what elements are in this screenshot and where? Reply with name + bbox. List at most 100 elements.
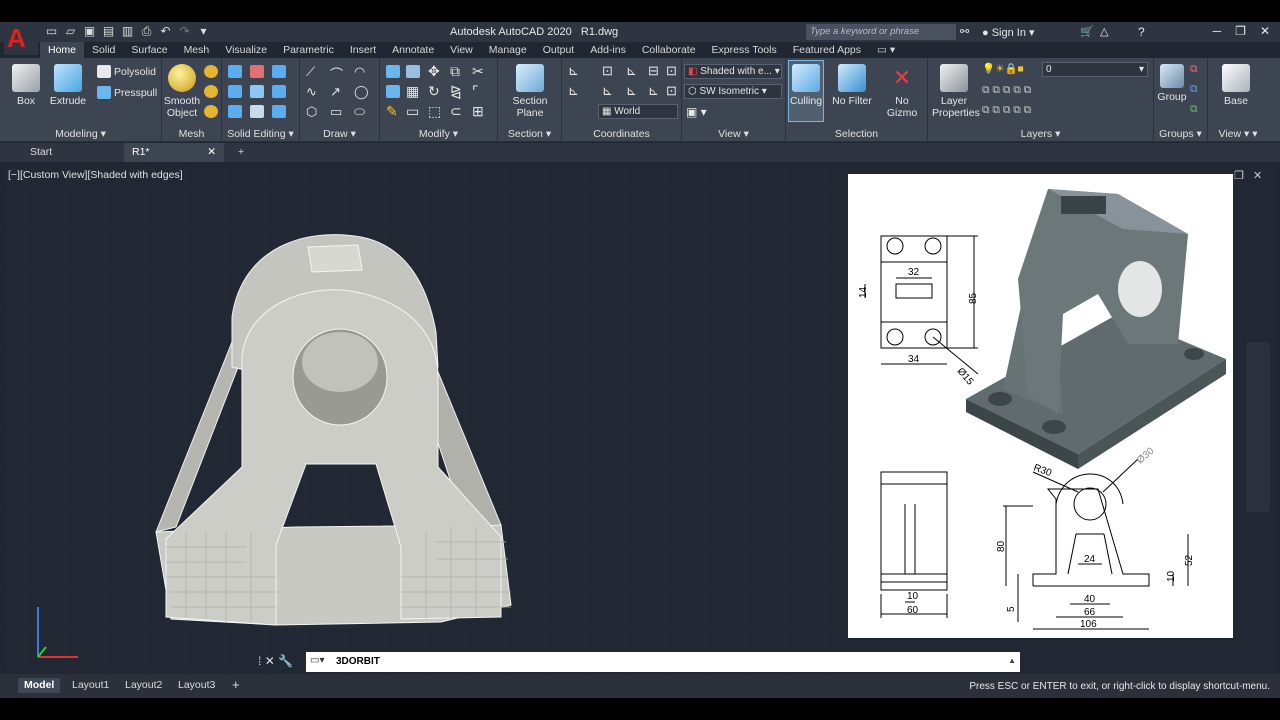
base-button[interactable]: Base (1214, 64, 1258, 107)
ucs-y-icon[interactable]: ⊾ (626, 83, 637, 99)
tab-add-ins[interactable]: Add-ins (582, 42, 634, 58)
navigation-bar[interactable] (1246, 342, 1270, 512)
redo-icon[interactable]: ↷ (177, 25, 192, 38)
ungroup-icon[interactable]: ⧉ (1190, 63, 1198, 76)
tab-insert[interactable]: Insert (342, 42, 384, 58)
pencil-icon[interactable]: ✎ (386, 103, 398, 120)
group-button[interactable]: Group (1156, 64, 1188, 103)
smooth-object-button[interactable]: Smooth Object (162, 64, 202, 119)
open-icon[interactable]: ▱ (63, 25, 78, 38)
slice-icon[interactable] (250, 85, 264, 98)
save-as-icon[interactable]: ▤ (101, 25, 116, 38)
group-edit-icon[interactable]: ⧉ (1190, 83, 1198, 96)
presspull-button[interactable]: Presspull (114, 87, 157, 99)
grip-icon[interactable]: ⁞ (258, 654, 261, 668)
rotate-icon[interactable]: ↻ (428, 83, 440, 100)
tab-output[interactable]: Output (535, 42, 583, 58)
tab-collaborate[interactable]: Collaborate (634, 42, 704, 58)
tab-visualize[interactable]: Visualize (217, 42, 275, 58)
close-tab-icon[interactable]: ✕ (207, 146, 216, 158)
group-select-icon[interactable]: ⧉ (1190, 103, 1198, 116)
ucs-icon[interactable]: ⊾ (568, 63, 579, 79)
circle-icon[interactable]: ◯ (354, 84, 369, 100)
rectangle-icon[interactable]: ▭ (330, 104, 342, 120)
ucs-object-icon[interactable]: ⊡ (666, 63, 677, 79)
panel-title-groups[interactable]: Groups ▾ (1154, 128, 1207, 140)
tab-home[interactable]: Home (40, 42, 85, 58)
panel-title-section[interactable]: Section ▾ (498, 128, 561, 140)
command-input[interactable]: ▭▾ 3DORBIT ▲ (306, 652, 1020, 672)
panel-title-draw[interactable]: Draw ▾ (300, 128, 379, 140)
shell-icon[interactable] (228, 105, 242, 118)
cart-icon[interactable]: 🛒 (1080, 25, 1094, 38)
tab-layout2[interactable]: Layout2 (119, 678, 168, 693)
separate-icon[interactable] (250, 105, 264, 118)
sign-in-button[interactable]: ● Sign In ▾ (982, 26, 1035, 39)
new-tab-button[interactable]: + (230, 143, 252, 162)
layer-state-icons[interactable]: 💡☀🔒■ (982, 62, 1024, 75)
ucs-dropdown[interactable]: ▦ World (598, 104, 678, 119)
helix-icon[interactable]: ↗ (330, 84, 341, 100)
command-expand-icon[interactable]: ▲ (1008, 656, 1016, 665)
ucs-world-icon[interactable]: ⊡ (602, 63, 613, 79)
mesh-icon-3[interactable] (204, 105, 218, 118)
close-icon[interactable]: ✕ (1260, 24, 1270, 38)
offset-icon[interactable]: ⊂ (450, 103, 462, 120)
minimize-icon[interactable]: ─ (1213, 24, 1222, 38)
fillet-edge-icon[interactable] (228, 85, 242, 98)
viewport-label[interactable]: [−][Custom View][Shaded with edges] (8, 169, 183, 181)
panel-title-modeling[interactable]: Modeling ▾ (0, 128, 161, 140)
tab-mesh[interactable]: Mesh (176, 42, 218, 58)
tab-view[interactable]: View (442, 42, 481, 58)
customize-wrench-icon[interactable]: 🔧 (278, 654, 293, 668)
viewport-config-icon[interactable]: ▣ ▾ (686, 105, 707, 119)
command-history-icon[interactable]: ▭▾ (310, 655, 324, 666)
ucs-x-icon[interactable]: ⊾ (602, 83, 613, 99)
tab-annotate[interactable]: Annotate (384, 42, 442, 58)
section-plane-button[interactable]: Section Plane (504, 64, 556, 119)
explode-icon[interactable]: ⊞ (472, 103, 484, 120)
panel-title-coordinates[interactable]: Coordinates (562, 128, 681, 140)
plot-icon[interactable]: ⎙ (139, 25, 154, 38)
mesh-icon-2[interactable] (204, 85, 218, 98)
union-icon[interactable] (228, 65, 242, 78)
tab-parametric[interactable]: Parametric (275, 42, 342, 58)
view-preset-dropdown[interactable]: ⬡ SW Isometric ▾ (684, 84, 782, 99)
help-icon[interactable]: ? (1138, 25, 1145, 39)
tab-model[interactable]: Model (18, 678, 61, 693)
polysolid-icon[interactable] (97, 65, 111, 78)
save-icon[interactable]: ▣ (82, 25, 97, 38)
move-icon[interactable]: ✥ (428, 63, 440, 80)
extract-edges-icon[interactable] (272, 85, 286, 98)
close-viewport-icon[interactable]: ✕ (1253, 170, 1262, 182)
scale-icon[interactable]: ⬚ (428, 103, 441, 120)
stretch-icon[interactable]: ▭ (406, 103, 419, 120)
tab-manage[interactable]: Manage (481, 42, 535, 58)
imprint-icon[interactable] (272, 105, 286, 118)
layer-tools-row2-icons[interactable]: ⧉ ⧉ ⧉ ⧉ ⧉ (982, 104, 1031, 117)
polysolid-button[interactable]: Polysolid (114, 66, 156, 78)
polygon-icon[interactable]: ⬡ (306, 104, 317, 120)
ribbon-toggle-icon[interactable]: ▭ ▾ (869, 42, 903, 58)
tab-featured-apps[interactable]: Featured Apps (785, 42, 869, 58)
mirror-icon[interactable]: ⧎ (450, 83, 462, 100)
line-icon[interactable]: ⟋ (306, 64, 315, 80)
close-command-icon[interactable]: ✕ (265, 654, 275, 668)
tab-layout1[interactable]: Layout1 (66, 678, 115, 693)
panel-title-view2[interactable]: View ▾ ▾ (1208, 128, 1268, 140)
intersect-icon[interactable] (272, 65, 286, 78)
polyline-icon[interactable]: ⌒ (330, 64, 343, 83)
app-menu-button[interactable]: A (4, 22, 38, 55)
model-canvas[interactable] (6, 167, 846, 675)
fillet-icon[interactable]: ⌜ (472, 83, 479, 100)
tab-r1[interactable]: R1* ✕ (124, 143, 224, 162)
model-viewport[interactable]: [−][Custom View][Shaded with edges] 32 1… (6, 167, 1274, 675)
ucs-origin-icon[interactable]: ⊾ (626, 63, 637, 79)
panel-title-view[interactable]: View ▾ (682, 128, 785, 140)
maximize-viewport-icon[interactable]: ❐ (1234, 170, 1244, 182)
panel-title-selection[interactable]: Selection (786, 128, 927, 140)
trim-icon[interactable]: ✂ (472, 63, 484, 80)
presspull-icon[interactable] (97, 86, 111, 99)
ucs-named-icon[interactable]: ⊾ (568, 83, 579, 99)
tab-start[interactable]: Start (22, 143, 114, 162)
